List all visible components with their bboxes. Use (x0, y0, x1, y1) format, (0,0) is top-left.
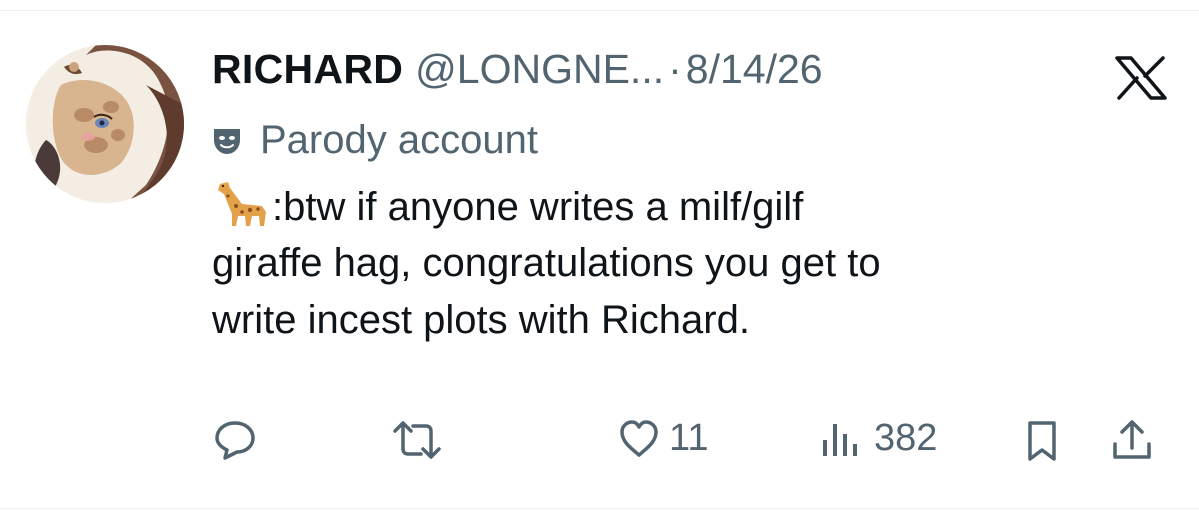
share-upload-icon (1113, 420, 1151, 459)
bookmark-button[interactable] (1022, 419, 1062, 463)
bar-chart-icon (823, 423, 857, 456)
tweet-text-line-2: giraffe hag, congratulations you get to (212, 241, 881, 285)
tweet-text: :btw if anyone writes a milf/gilf giraff… (212, 178, 1172, 349)
tweet-date[interactable]: 8/14/26 (686, 46, 823, 93)
user-handle[interactable]: @LONGNE... (415, 46, 664, 93)
views-count: 382 (874, 417, 938, 459)
top-divider (0, 10, 1199, 11)
display-name[interactable]: RICHARD (212, 46, 403, 93)
tweet-text-line-3: write incest plots with Richard. (212, 298, 750, 342)
parody-account-label: Parody account (212, 118, 538, 163)
avatar[interactable] (26, 45, 184, 203)
x-logo-icon[interactable] (1114, 56, 1168, 100)
parody-text: Parody account (260, 118, 538, 162)
like-count: 11 (669, 417, 709, 459)
tweet-header: RICHARD @LONGNE... · 8/14/26 (212, 46, 823, 100)
retweet-button[interactable] (389, 419, 445, 461)
reply-bubble-icon (215, 421, 255, 460)
reply-button[interactable] (213, 419, 257, 461)
giraffe-emoji-icon (218, 182, 266, 226)
heart-icon (620, 419, 658, 457)
like-button[interactable]: 11 (617, 417, 708, 460)
avatar-image (26, 45, 184, 203)
retweet-icon (393, 421, 441, 459)
tweet-text-line-1: :btw if anyone writes a milf/gilf (272, 185, 804, 229)
header-separator: · (668, 46, 682, 92)
theater-mask-icon (214, 128, 240, 154)
share-button[interactable] (1110, 418, 1154, 462)
bottom-divider (0, 508, 1199, 509)
bookmark-icon (1028, 421, 1056, 461)
tweet-text-line: :btw if anyone writes a milf/gilf (212, 178, 1172, 235)
views-button[interactable]: 382 (820, 417, 937, 460)
tweet-actions: 11 382 (0, 415, 1199, 465)
